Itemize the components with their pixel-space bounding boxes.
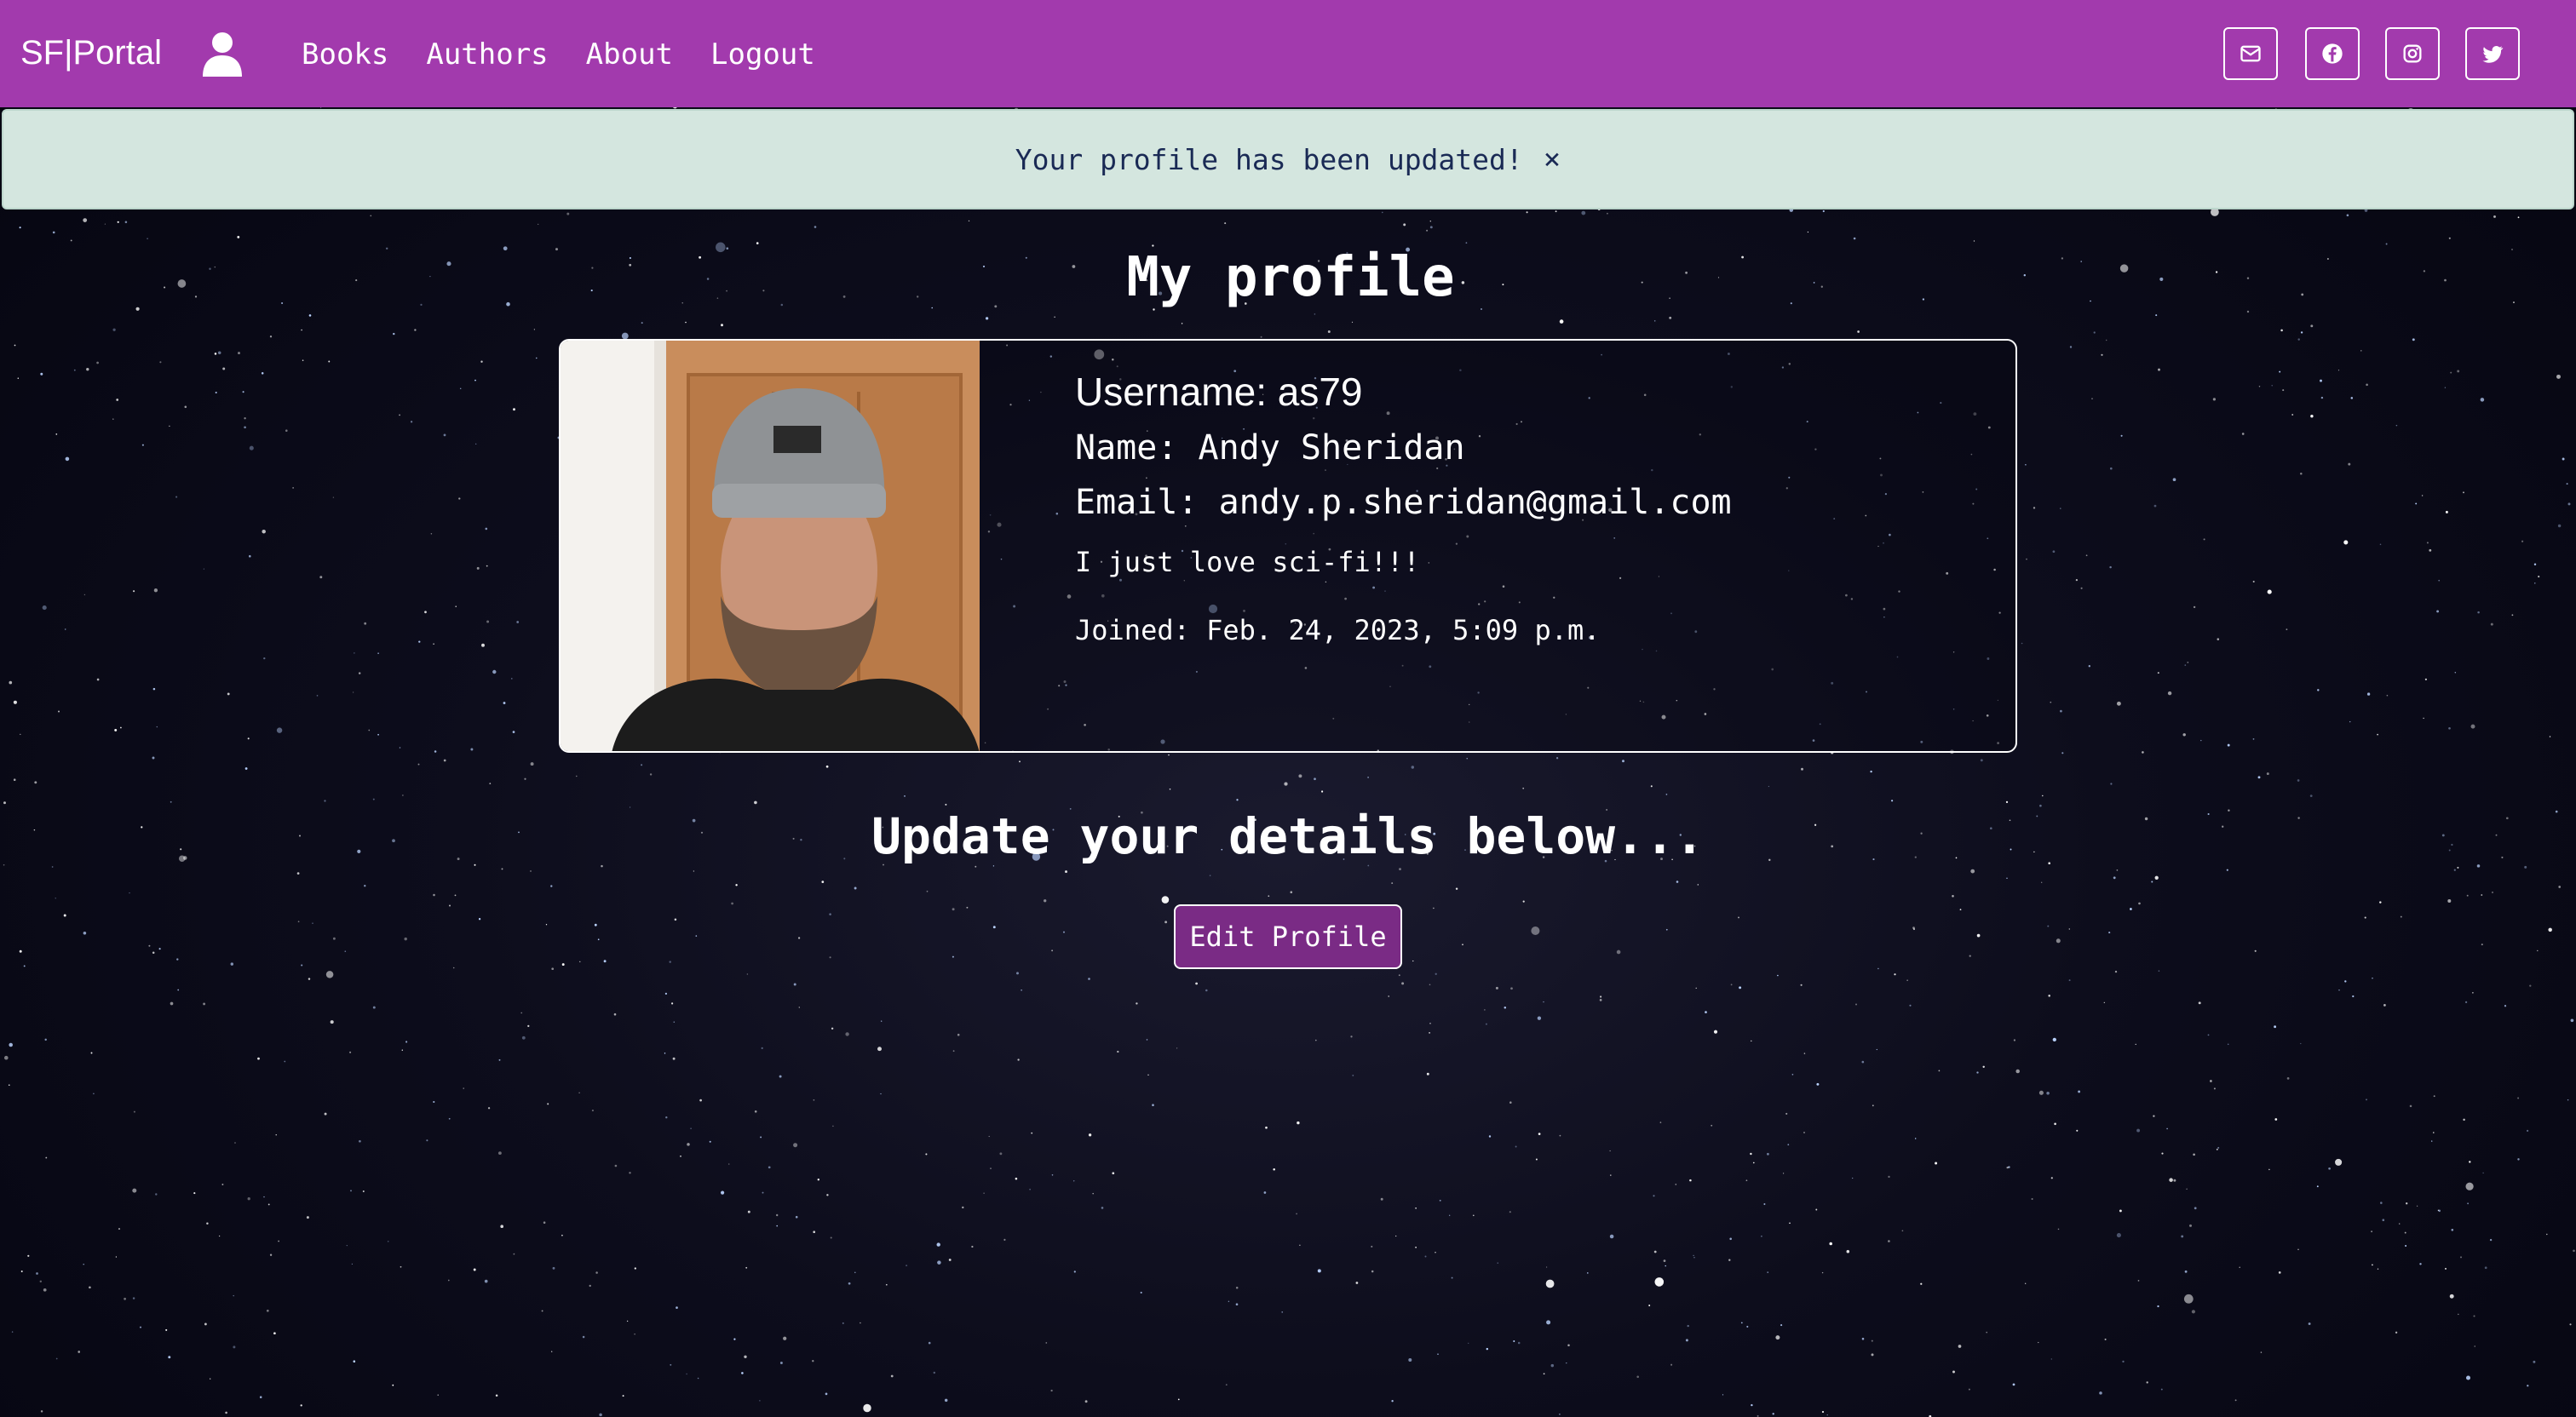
- nav-link-books[interactable]: Books: [302, 32, 388, 77]
- profile-card: Username: as79 Name: Andy Sheridan Email…: [559, 339, 2017, 753]
- user-icon[interactable]: [201, 31, 244, 77]
- avatar: [561, 341, 980, 751]
- email-button[interactable]: [2223, 27, 2278, 80]
- profile-info: Username: as79 Name: Andy Sheridan Email…: [1075, 366, 1732, 649]
- twitter-button[interactable]: [2465, 27, 2520, 80]
- update-details-heading: Update your details below...: [871, 807, 1705, 865]
- profile-email: Email: andy.p.sheridan@gmail.com: [1075, 483, 1732, 522]
- facebook-icon: [2322, 43, 2343, 64]
- brand-logo[interactable]: SF|Portal: [20, 31, 162, 75]
- profile-username: Username: as79: [1075, 370, 1363, 414]
- instagram-button[interactable]: [2385, 27, 2440, 80]
- nav-link-logout[interactable]: Logout: [710, 32, 815, 77]
- envelope-icon: [2240, 45, 2261, 62]
- nav-links: Books Authors About Logout: [302, 32, 853, 77]
- facebook-button[interactable]: [2305, 27, 2360, 80]
- instagram-icon: [2403, 44, 2422, 63]
- profile-bio: I just love sci-fi!!!: [1075, 546, 1420, 578]
- alert-message: Your profile has been updated!: [1015, 142, 1523, 176]
- success-alert: Your profile has been updated! ×: [2, 109, 2574, 209]
- twitter-icon: [2482, 45, 2504, 63]
- navbar: SF|Portal Books Authors About Logout: [0, 0, 2576, 107]
- profile-name: Name: Andy Sheridan: [1075, 428, 1465, 468]
- nav-link-authors[interactable]: Authors: [426, 32, 548, 77]
- nav-link-about[interactable]: About: [586, 32, 673, 77]
- profile-joined-date: Joined: Feb. 24, 2023, 5:09 p.m.: [1075, 614, 1601, 646]
- alert-close-button[interactable]: ×: [1544, 142, 1561, 176]
- page-title: My profile: [1126, 246, 1455, 309]
- edit-profile-button[interactable]: Edit Profile: [1174, 904, 1402, 969]
